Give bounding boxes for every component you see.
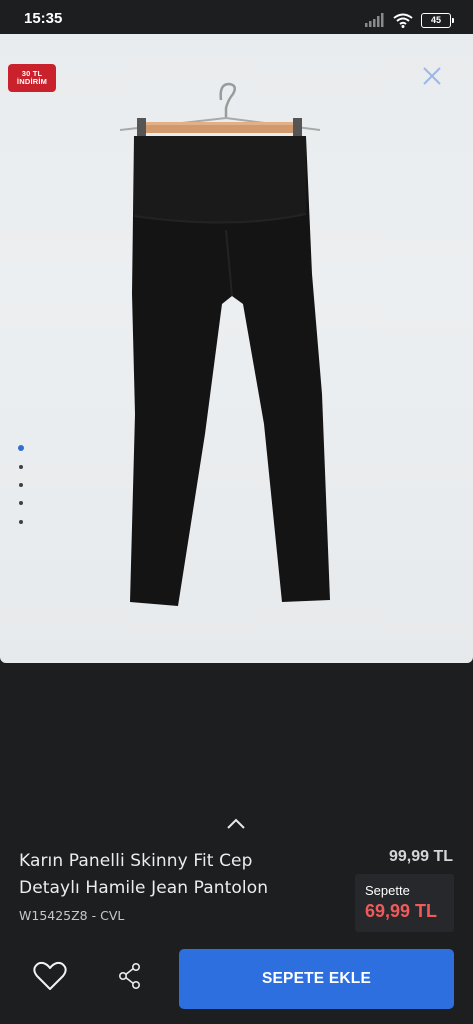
- discount-label: İNDİRİM: [16, 77, 48, 86]
- discount-badge: 30 TL İNDİRİM: [8, 64, 56, 92]
- close-icon[interactable]: [420, 64, 444, 88]
- share-icon: [118, 962, 142, 994]
- battery-icon: 45: [421, 12, 454, 28]
- battery-level: 45: [430, 15, 441, 25]
- wifi-icon: [393, 13, 413, 28]
- cart-price: 69,99 TL: [365, 901, 438, 921]
- cart-label: Sepette: [365, 883, 410, 898]
- status-time: 15:35: [24, 10, 63, 27]
- product-title-line1: Karın Panelli Skinny Fit Cep: [19, 851, 253, 871]
- pagination-dot[interactable]: [19, 483, 23, 487]
- product-image-gallery[interactable]: 30 TL İNDİRİM: [0, 34, 473, 663]
- pagination-dot[interactable]: [19, 465, 23, 469]
- status-bar: 15:35 45: [0, 0, 473, 38]
- cart-price-box: Sepette 69,99 TL: [355, 874, 454, 932]
- product-title: Karın Panelli Skinny Fit Cep Detaylı Ham…: [19, 848, 349, 902]
- chevron-up-icon[interactable]: [224, 814, 248, 834]
- signal-icon: [365, 13, 385, 27]
- add-to-cart-button[interactable]: SEPETE EKLE: [179, 949, 454, 1009]
- pagination-dot[interactable]: [19, 520, 23, 524]
- pagination-dot[interactable]: [19, 501, 23, 505]
- share-button[interactable]: [110, 958, 150, 998]
- product-image: [119, 82, 330, 606]
- product-title-line2: Detaylı Hamile Jean Pantolon: [19, 878, 269, 898]
- old-price: 99,99 TL: [388, 848, 453, 865]
- product-code: W15425Z8 - CVL: [19, 908, 125, 923]
- heart-icon: [33, 961, 67, 995]
- status-icons: 45: [365, 11, 454, 29]
- pagination-dot-active[interactable]: [18, 445, 24, 451]
- favorite-button[interactable]: [30, 958, 70, 998]
